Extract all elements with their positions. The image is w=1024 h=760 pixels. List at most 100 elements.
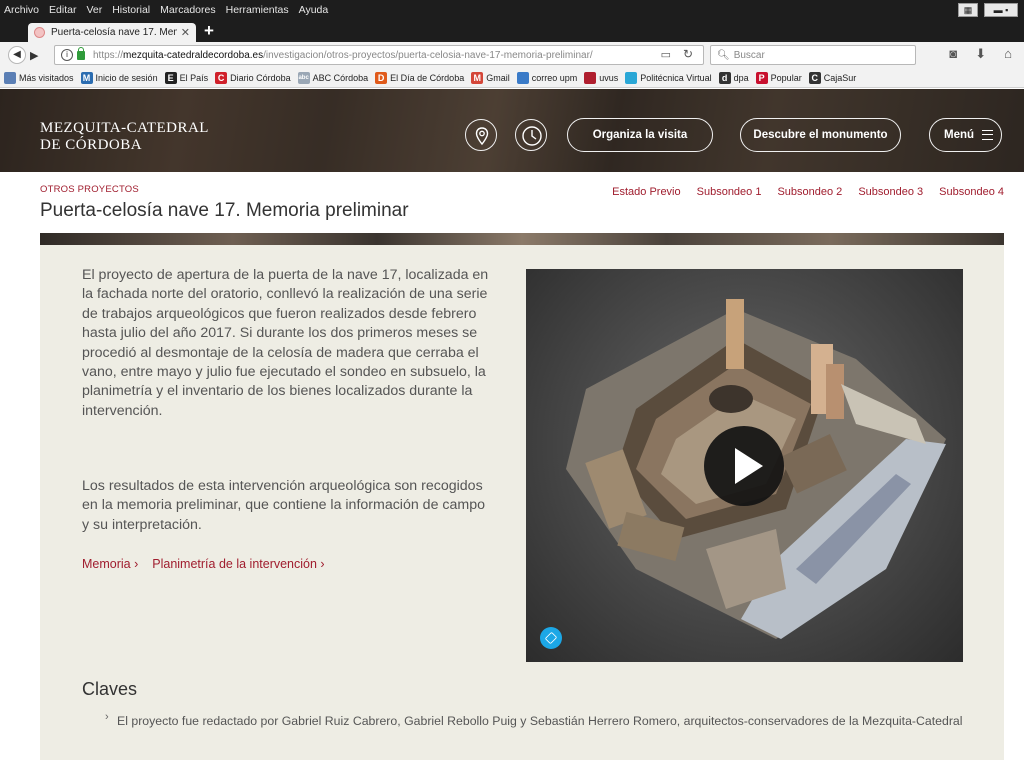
navigation-toolbar: ◀ ▶ i https:// mezquita-catedraldecordob… xyxy=(0,42,1024,68)
memoria-link[interactable]: Memoria › xyxy=(82,557,138,571)
menu-button[interactable]: Menú xyxy=(929,118,1002,152)
browser-menubar: Archivo Editar Ver Historial Marcadores … xyxy=(0,0,1024,20)
dpa-icon: d xyxy=(718,71,731,84)
location-pin-icon[interactable] xyxy=(465,119,497,151)
bookmark-label: uvus xyxy=(599,72,619,83)
results-paragraph: Los resultados de esta intervención arqu… xyxy=(82,478,485,533)
cajasur-icon: C xyxy=(808,71,821,84)
menu-label: Menú xyxy=(944,129,975,141)
tab-title: Puerta-celosía nave 17. Mem... xyxy=(51,27,177,38)
descubre-monumento-button[interactable]: Descubre el monumento xyxy=(740,118,901,152)
most-visited-icon xyxy=(4,71,16,84)
bookmark-label: El País xyxy=(179,72,209,83)
search-input[interactable]: 🔍︎ Buscar xyxy=(710,45,916,65)
politecnica-icon xyxy=(625,71,638,84)
menu-archivo[interactable]: Archivo xyxy=(4,4,39,16)
url-protocol: https:// xyxy=(93,49,124,61)
planimetria-link[interactable]: Planimetría de la intervención › xyxy=(152,557,324,571)
bookmark-item[interactable]: M Inicio de sesión xyxy=(80,71,158,84)
bookmark-item[interactable]: M Gmail xyxy=(471,71,510,84)
subsection-nav: Estado Previo Subsondeo 1 Subsondeo 2 Su… xyxy=(612,186,1004,198)
new-tab-icon[interactable]: + xyxy=(204,22,214,40)
bookmark-label: Inicio de sesión xyxy=(95,72,158,83)
page-title: Puerta-celosía nave 17. Memoria prelimin… xyxy=(40,200,409,221)
bookmarks-toolbar: Más visitados M Inicio de sesión E El País C D… xyxy=(0,68,1024,88)
search-icon: 🔍︎ xyxy=(717,49,730,61)
browser-tab[interactable]: Puerta-celosía nave 17. Mem... ✕ xyxy=(28,23,196,42)
bookmark-label: CajaSur xyxy=(823,72,857,83)
tab-strip: Puerta-celosía nave 17. Mem... ✕ + xyxy=(0,20,1024,42)
minimize-restore-button[interactable]: ▬ ▪ xyxy=(984,3,1018,17)
download-icon[interactable]: ⬇ xyxy=(975,46,986,62)
bookmark-label: correo upm xyxy=(531,72,578,83)
chevron-right-icon: › xyxy=(105,711,109,723)
eldia-icon: D xyxy=(375,71,388,84)
lock-icon xyxy=(77,46,85,60)
menu-marcadores[interactable]: Marcadores xyxy=(160,4,215,16)
sketchfab-logo-icon[interactable] xyxy=(540,627,562,649)
layout-icon[interactable]: ▦ xyxy=(958,3,978,17)
claves-list-item: El proyecto fue redactado por Gabriel Ru… xyxy=(117,714,963,728)
planimetria-link-label: Planimetría de la intervención xyxy=(152,557,317,571)
popular-icon: P xyxy=(755,71,768,84)
bookmark-item[interactable]: C Diario Córdoba xyxy=(215,71,291,84)
bookmark-label: Politécnica Virtual xyxy=(640,72,712,83)
menu-herramientas[interactable]: Herramientas xyxy=(226,4,289,16)
address-bar[interactable]: i https:// mezquita-catedraldecordoba.es… xyxy=(54,45,704,65)
bookmark-item[interactable]: abc ABC Córdoba xyxy=(297,71,369,84)
site-info-icon[interactable]: i xyxy=(61,49,73,61)
menu-editar[interactable]: Editar xyxy=(49,4,76,16)
reader-view-icon[interactable]: ▭ xyxy=(661,48,671,61)
menu-ver[interactable]: Ver xyxy=(86,4,102,16)
hamburger-icon xyxy=(982,130,993,140)
logo-line-1: MEZQUITA-CATEDRAL xyxy=(40,120,209,136)
bookmark-item[interactable]: correo upm xyxy=(516,71,578,84)
subnav-subsondeo-2[interactable]: Subsondeo 2 xyxy=(777,186,842,198)
menu-historial[interactable]: Historial xyxy=(112,4,150,16)
menu-ayuda[interactable]: Ayuda xyxy=(299,4,329,16)
organiza-visita-button[interactable]: Organiza la visita xyxy=(567,118,713,152)
bookmark-label: Popular xyxy=(770,72,802,83)
subnav-subsondeo-3[interactable]: Subsondeo 3 xyxy=(858,186,923,198)
back-button[interactable]: ◀ xyxy=(8,46,26,64)
bookmark-item[interactable]: uvus xyxy=(584,71,619,84)
site-favicon-icon xyxy=(34,27,45,38)
play-button[interactable] xyxy=(704,426,784,506)
section-eyebrow[interactable]: OTROS PROYECTOS xyxy=(40,184,139,195)
bookmark-label: Más visitados xyxy=(19,72,74,83)
upm-icon xyxy=(516,71,529,84)
close-tab-icon[interactable]: ✕ xyxy=(181,26,190,39)
clock-icon[interactable] xyxy=(515,119,547,151)
intro-paragraph: El proyecto de apertura de la puerta de … xyxy=(82,267,489,419)
site-logo[interactable]: MEZQUITA-CATEDRAL DE CÓRDOBA xyxy=(40,120,209,154)
document-links: Memoria › Planimetría de la intervención… xyxy=(82,557,325,571)
decorative-stone-band xyxy=(40,233,1004,245)
bookmark-label: ABC Córdoba xyxy=(312,72,369,83)
home-icon[interactable]: ⌂ xyxy=(1004,46,1012,62)
bookmark-item[interactable]: C CajaSur xyxy=(808,71,857,84)
elpais-icon: E xyxy=(164,71,177,84)
diario-cordoba-icon: C xyxy=(215,71,228,84)
bookmark-item[interactable]: d dpa xyxy=(718,71,749,84)
subnav-subsondeo-1[interactable]: Subsondeo 1 xyxy=(697,186,762,198)
bookmark-item[interactable]: P Popular xyxy=(755,71,802,84)
bookmark-label: Gmail xyxy=(486,72,510,83)
pocket-icon[interactable]: ◙ xyxy=(949,46,957,62)
forward-button[interactable]: ▶ xyxy=(30,49,38,62)
bookmark-item[interactable]: Más visitados xyxy=(4,71,74,84)
claves-heading: Claves xyxy=(82,679,138,699)
bookmark-label: Diario Córdoba xyxy=(230,72,291,83)
url-domain: mezquita-catedraldecordoba.es xyxy=(123,49,264,61)
url-path: /investigacion/otros-proyectos/puerta-ce… xyxy=(263,49,593,61)
search-placeholder: Buscar xyxy=(733,49,765,61)
abc-icon: abc xyxy=(297,71,310,84)
window-controls: ▦ ▬ ▪ xyxy=(958,3,1018,17)
bookmark-item[interactable]: Politécnica Virtual xyxy=(625,71,712,84)
bookmark-item[interactable]: D El Día de Córdoba xyxy=(375,71,464,84)
uvus-icon xyxy=(584,71,597,84)
toolbar-icons: ◙ ⬇ ⌂ xyxy=(949,46,1012,62)
subnav-estado-previo[interactable]: Estado Previo xyxy=(612,186,680,198)
bookmark-item[interactable]: E El País xyxy=(164,71,209,84)
subnav-subsondeo-4[interactable]: Subsondeo 4 xyxy=(939,186,1004,198)
reload-icon[interactable]: ↻ xyxy=(683,47,693,61)
